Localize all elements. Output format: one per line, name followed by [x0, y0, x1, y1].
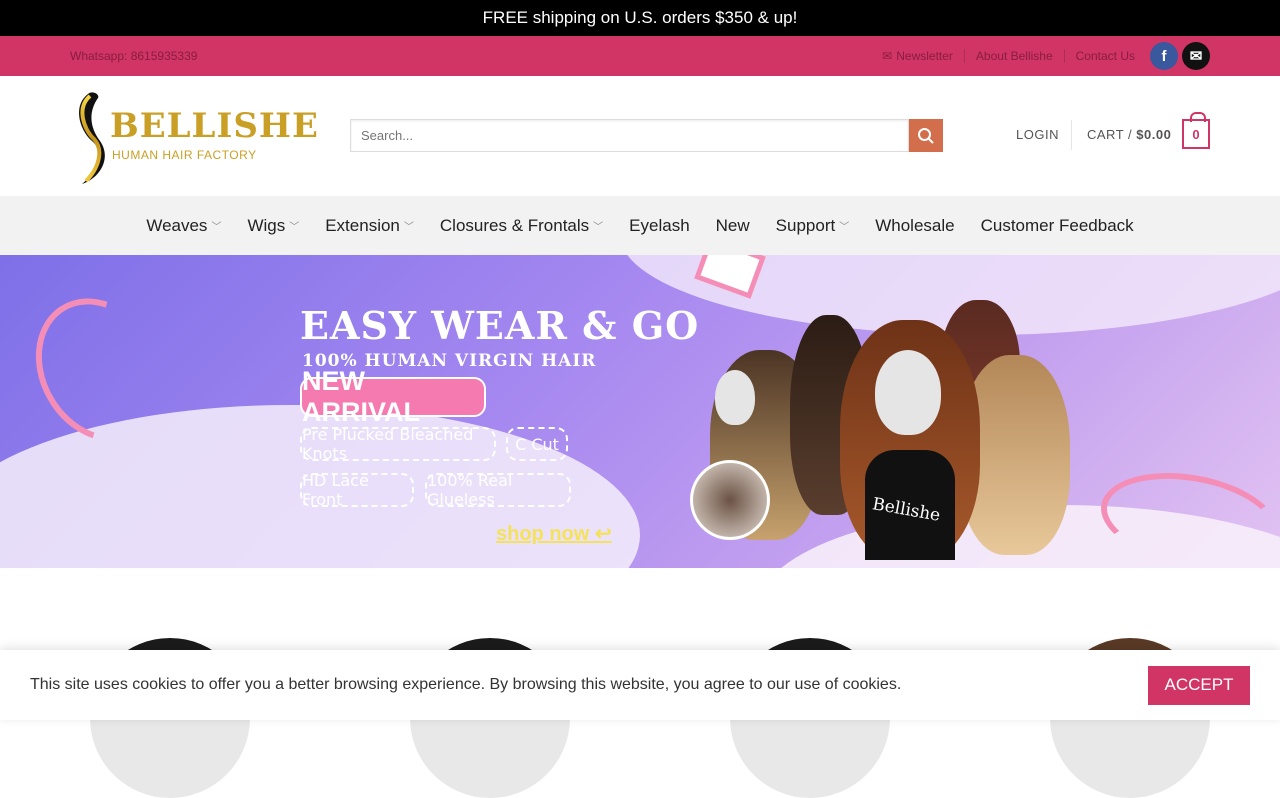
contact-label: Contact Us [1075, 49, 1135, 63]
cart-total: $0.00 [1136, 127, 1172, 142]
cookie-notice: This site uses cookies to offer you a be… [0, 650, 1280, 720]
nav-item-new[interactable]: New [716, 216, 750, 236]
cart-count: 0 [1192, 126, 1200, 142]
nav-item-support[interactable]: Support ﹀ [776, 216, 850, 236]
logo-text: BELLISHE [110, 106, 319, 146]
chevron-down-icon: ﹀ [593, 222, 604, 233]
nav-label: Eyelash [629, 215, 690, 235]
nav-label: Weaves [146, 215, 208, 235]
search-icon [918, 127, 934, 144]
main-nav: Weaves ﹀ Wigs ﹀ Extension ﹀ Closures & Fron… [0, 196, 1280, 255]
nav-label: Closures & Frontals [439, 215, 590, 235]
cart-label: CART / [1087, 127, 1133, 142]
logo-subtext: HUMAN HAIR FACTORY [112, 148, 257, 162]
search-input[interactable] [350, 119, 909, 152]
chevron-down-icon: ﹀ [289, 222, 300, 233]
nav-item-wigs[interactable]: Wigs ﹀ [247, 216, 299, 236]
wig-models-graphic: Bellishe [690, 300, 1080, 560]
cart-icon[interactable]: 0 [1182, 112, 1210, 149]
nav-item-customer-feedback[interactable]: Customer Feedback [981, 216, 1134, 236]
nav-item-extension[interactable]: Extension ﹀ [325, 216, 414, 236]
contact-link[interactable]: Contact Us [1063, 49, 1146, 63]
nav-item-closures-frontals[interactable]: Closures & Frontals ﹀ [440, 216, 603, 236]
email-icon[interactable]: ✉ [1182, 42, 1210, 70]
search-button[interactable] [909, 119, 943, 152]
envelope-icon: ✉ [882, 49, 893, 63]
about-label: About Bellishe [975, 49, 1053, 63]
search-bar [350, 119, 943, 152]
nav-label: Customer Feedback [980, 215, 1134, 235]
login-link[interactable]: LOGIN [1016, 127, 1059, 142]
promo-bar: FREE shipping on U.S. orders $350 & up! [0, 0, 1280, 36]
chevron-down-icon: ﹀ [211, 222, 222, 233]
newsletter-label: Newsletter [896, 49, 953, 63]
header-divider [1071, 120, 1072, 150]
banner-title: EASY WEAR & GO [300, 303, 700, 348]
chevron-down-icon: ﹀ [403, 222, 414, 233]
feature-pill: HD Lace Front [300, 471, 414, 509]
promo-text: FREE shipping on U.S. orders $350 & up! [482, 8, 798, 27]
cart-link[interactable]: CART / $0.00 [1087, 127, 1171, 142]
whatsapp-contact[interactable]: Whatsapp: 8615935339 [70, 49, 197, 63]
nav-label: Wigs [247, 215, 286, 235]
logo[interactable]: BELLISHE HUMAN HAIR FACTORY [70, 86, 318, 186]
nav-item-wholesale[interactable]: Wholesale [875, 216, 954, 236]
facebook-icon[interactable]: f [1150, 42, 1178, 70]
site-header: BELLISHE HUMAN HAIR FACTORY LOGIN CART /… [0, 76, 1280, 196]
cookie-message: This site uses cookies to offer you a be… [30, 676, 902, 693]
shop-now-label: shop now [496, 523, 590, 545]
top-subbar: Whatsapp: 8615935339 ✉ Newsletter About … [0, 36, 1280, 76]
nav-label: Extension [325, 215, 400, 235]
nav-label: Support [775, 215, 836, 235]
nav-label: Wholesale [875, 215, 955, 235]
shop-now-link[interactable]: shop now ↩ [496, 521, 612, 546]
feature-pill: 100% Real Glueless [425, 471, 571, 509]
feature-pill: C Cut [506, 427, 568, 461]
nav-item-eyelash[interactable]: Eyelash [629, 216, 689, 236]
nav-item-weaves[interactable]: Weaves ﹀ [146, 216, 221, 236]
about-link[interactable]: About Bellishe [963, 49, 1064, 63]
accept-cookies-button[interactable]: ACCEPT [1148, 665, 1250, 705]
nav-label: New [715, 215, 750, 235]
subbar-links: ✉ Newsletter About Bellishe Contact Us f… [871, 42, 1210, 70]
hero-banner[interactable]: EASY WEAR & GO 100% HUMAN VIRGIN HAIR NE… [0, 255, 1280, 568]
chevron-down-icon: ﹀ [839, 222, 850, 233]
new-arrival-badge: NEW ARRIVAL [300, 366, 486, 427]
lace-closeup-graphic [690, 460, 770, 540]
return-arrow-icon: ↩ [594, 523, 612, 545]
newsletter-link[interactable]: ✉ Newsletter [871, 49, 964, 63]
feature-pill: Pre Plucked Bleached Knots [300, 425, 496, 463]
